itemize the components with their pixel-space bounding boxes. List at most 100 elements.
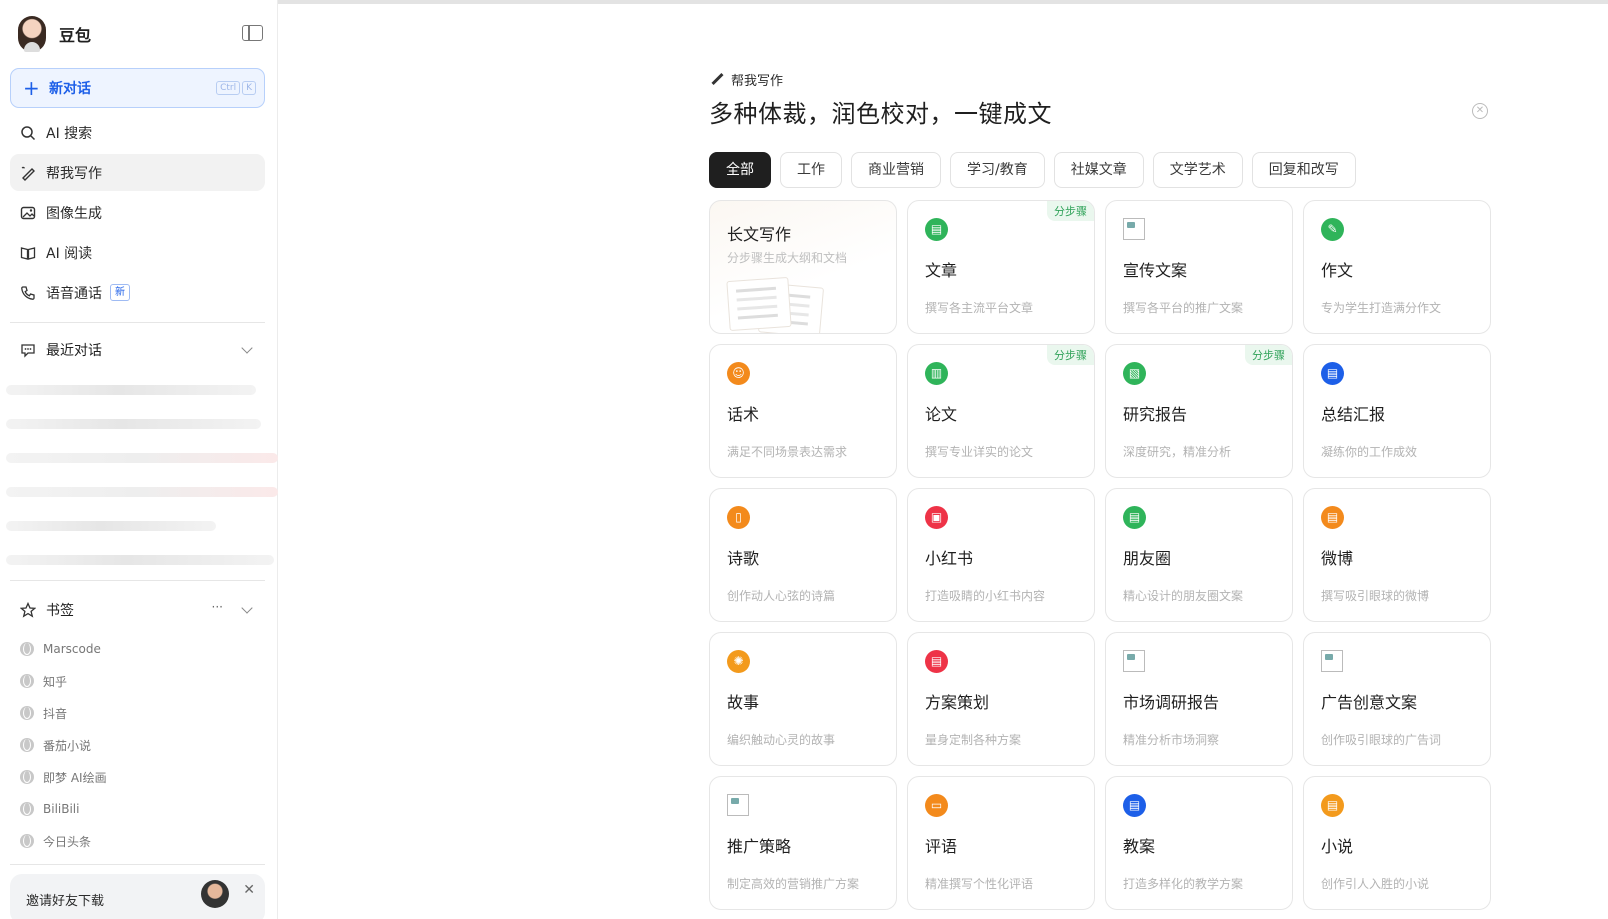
card-title: 宣传文案 xyxy=(1123,261,1188,280)
avatar[interactable] xyxy=(18,16,46,52)
star-icon xyxy=(20,602,36,618)
bookmark-item[interactable]: 今日头条 xyxy=(20,825,107,857)
template-card[interactable]: ▤ 微博 撰写吸引眼球的微博 xyxy=(1303,488,1491,622)
card-subtitle: 深度研究，精准分析 xyxy=(1123,445,1232,459)
sidebar-item-label: AI 阅读 xyxy=(46,245,93,262)
card-title: 朋友圈 xyxy=(1123,549,1172,568)
globe-icon xyxy=(20,738,34,752)
sidebar-divider xyxy=(10,580,265,581)
card-title: 广告创意文案 xyxy=(1321,693,1418,712)
template-card[interactable]: ▤ 文章 撰写各主流平台文章 分步骤 xyxy=(907,200,1095,334)
template-card[interactable]: 长文写作 分步骤生成大纲和文档 xyxy=(709,200,897,334)
sidebar-item-writing[interactable]: 帮我写作 xyxy=(10,154,265,191)
bookmark-item[interactable]: 抖音 xyxy=(20,697,107,729)
card-subtitle: 创作动人心弦的诗篇 xyxy=(727,589,836,603)
card-subtitle: 制定高效的营销推广方案 xyxy=(727,877,860,891)
template-card[interactable]: 市场调研报告精准分析市场洞察 xyxy=(1105,632,1293,766)
close-icon[interactable]: ✕ xyxy=(243,882,255,898)
chevron-down-icon[interactable] xyxy=(241,602,253,614)
bulb-icon: ✺ xyxy=(727,650,750,673)
card-title: 研究报告 xyxy=(1123,405,1188,424)
broken-image-icon xyxy=(1123,218,1145,240)
template-card[interactable]: ▧ 研究报告 深度研究，精准分析 分步骤 xyxy=(1105,344,1293,478)
card-subtitle: 撰写各平台的推广文案 xyxy=(1123,301,1244,315)
invite-text: 邀请好友下载 xyxy=(26,894,105,909)
new-chat-button[interactable]: + 新对话 Ctrl K xyxy=(10,68,265,108)
bookmark-item[interactable]: 番茄小说 xyxy=(20,729,107,761)
main-panel: 帮我写作 多种体裁，润色校对，一键成文 ✕ 全部 工作 商业营销 学习/教育 社… xyxy=(278,0,1608,919)
card-subtitle: 精准分析市场洞察 xyxy=(1123,733,1220,747)
sidebar-header: 豆包 xyxy=(18,16,91,52)
bookmark-item[interactable]: 即梦 AI绘画 xyxy=(20,761,107,793)
image-icon xyxy=(20,206,36,219)
bookmarks-header[interactable]: 书签 ··· xyxy=(10,592,265,628)
search-icon xyxy=(21,125,36,140)
card-title: 总结汇报 xyxy=(1321,405,1386,424)
template-card[interactable]: 宣传文案撰写各平台的推广文案 xyxy=(1105,200,1293,334)
bookmark-list: Marscode 知乎 抖音 番茄小说 即梦 AI绘画 BiliBili 今日头… xyxy=(20,633,107,857)
broken-image-icon xyxy=(1321,650,1343,672)
shortcut-key: Ctrl xyxy=(216,81,241,95)
card-title: 论文 xyxy=(925,405,958,424)
card-subtitle: 精准撰写个性化评语 xyxy=(925,877,1034,891)
template-card[interactable]: ▤ 朋友圈 精心设计的朋友圈文案 xyxy=(1105,488,1293,622)
xiaohongshu-icon: ▣ xyxy=(925,506,948,529)
tab-reply-rewrite[interactable]: 回复和改写 xyxy=(1251,152,1356,188)
card-subtitle: 满足不同场景表达需求 xyxy=(727,445,848,459)
tab-marketing[interactable]: 商业营销 xyxy=(851,152,941,188)
tab-social-media[interactable]: 社媒文章 xyxy=(1053,152,1144,188)
sidebar: 豆包 + 新对话 Ctrl K AI 搜索 帮我写作 图像生成 AI 阅读 语音… xyxy=(0,0,278,919)
bookmark-item[interactable]: BiliBili xyxy=(20,793,107,825)
globe-icon xyxy=(20,834,34,848)
template-card[interactable]: 推广策略 制定高效的营销推广方案 xyxy=(709,776,897,910)
template-card[interactable]: ☺ 话术 满足不同场景表达需求 xyxy=(709,344,897,478)
globe-icon xyxy=(20,674,34,688)
bookmark-item[interactable]: Marscode xyxy=(20,633,107,665)
invite-banner[interactable]: 邀请好友下载 ✕ xyxy=(10,874,265,919)
sidebar-item-label: 帮我写作 xyxy=(46,165,102,182)
loading-placeholder xyxy=(6,555,274,565)
bookmark-label: 今日头条 xyxy=(43,834,92,849)
more-icon[interactable]: ··· xyxy=(212,600,223,614)
pen-icon xyxy=(710,73,723,86)
sidebar-collapse-icon[interactable] xyxy=(242,25,263,41)
tab-all[interactable]: 全部 xyxy=(709,152,771,188)
sidebar-item-voice-call[interactable]: 语音通话 新 xyxy=(10,274,265,311)
template-card[interactable]: ▥ 论文 撰写专业详实的论文 分步骤 xyxy=(907,344,1095,478)
template-card[interactable]: 广告创意文案 创作吸引眼球的广告词 xyxy=(1303,632,1491,766)
card-subtitle: 分步骤生成大纲和文档 xyxy=(727,251,848,265)
template-card[interactable]: ▤ 小说 创作引人入胜的小说 xyxy=(1303,776,1491,910)
template-card[interactable]: ▤ 总结汇报 凝练你的工作成效 xyxy=(1303,344,1491,478)
step-badge: 分步骤 xyxy=(1047,345,1094,365)
card-subtitle: 打造吸睛的小红书内容 xyxy=(925,589,1046,603)
template-card[interactable]: ✺ 故事 编织触动心灵的故事 xyxy=(709,632,897,766)
brand-name: 豆包 xyxy=(59,26,92,45)
tab-education[interactable]: 学习/教育 xyxy=(950,152,1045,188)
sidebar-item-label: 图像生成 xyxy=(46,205,102,222)
chevron-down-icon[interactable] xyxy=(241,342,253,354)
template-card[interactable]: ▯ 诗歌 创作动人心弦的诗篇 xyxy=(709,488,897,622)
recent-chats-header[interactable]: 最近对话 xyxy=(10,332,265,368)
poem-icon: ▯ xyxy=(727,506,750,529)
template-card[interactable]: ▤ 方案策划 量身定制各种方案 xyxy=(907,632,1095,766)
new-badge: 新 xyxy=(110,284,130,301)
card-subtitle: 编织触动心灵的故事 xyxy=(727,733,836,747)
template-card[interactable]: ✎ 作文 专为学生打造满分作文 xyxy=(1303,200,1491,334)
sidebar-item-ai-search[interactable]: AI 搜索 xyxy=(10,114,265,151)
chart-icon: ▥ xyxy=(925,362,948,385)
template-card[interactable]: ▣ 小红书 打造吸睛的小红书内容 xyxy=(907,488,1095,622)
mascot-avatar xyxy=(201,880,229,908)
bookmark-item[interactable]: 知乎 xyxy=(20,665,107,697)
sidebar-item-image-gen[interactable]: 图像生成 xyxy=(10,194,265,231)
card-title: 文章 xyxy=(925,261,958,280)
tab-literature[interactable]: 文学艺术 xyxy=(1152,152,1243,188)
tab-work[interactable]: 工作 xyxy=(780,152,842,188)
close-icon[interactable]: ✕ xyxy=(1472,103,1488,119)
page-title: 多种体裁，润色校对，一键成文 xyxy=(709,100,1052,128)
loading-placeholder xyxy=(6,385,256,395)
template-card[interactable]: ▤ 教案 打造多样化的教学方案 xyxy=(1105,776,1293,910)
step-badge: 分步骤 xyxy=(1047,201,1094,221)
card-title: 市场调研报告 xyxy=(1123,693,1220,712)
sidebar-item-ai-reading[interactable]: AI 阅读 xyxy=(10,234,265,271)
template-card[interactable]: ▭ 评语 精准撰写个性化评语 xyxy=(907,776,1095,910)
